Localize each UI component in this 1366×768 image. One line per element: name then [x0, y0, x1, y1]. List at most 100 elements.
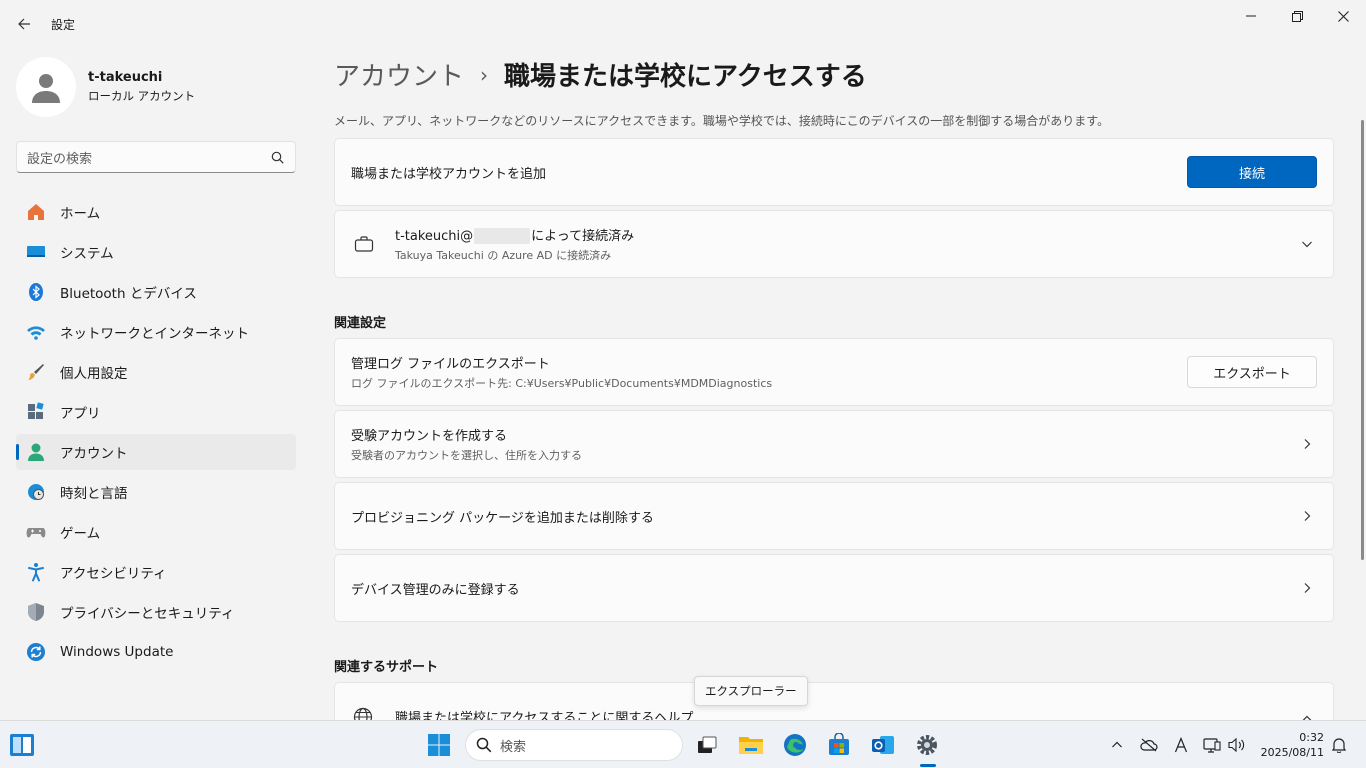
sidebar-item-label: ネットワークとインターネット	[60, 326, 249, 342]
edge-button[interactable]	[779, 729, 811, 761]
sidebar-item-system[interactable]: システム	[16, 234, 296, 270]
home-icon	[26, 202, 46, 222]
sidebar-item-personalization[interactable]: 個人用設定	[16, 354, 296, 390]
connect-button[interactable]: 接続	[1187, 156, 1317, 188]
update-icon	[26, 642, 46, 662]
connected-account-status: によって接続済み	[531, 228, 635, 244]
sidebar-item-label: アクセシビリティ	[60, 566, 167, 582]
minimize-button[interactable]	[1228, 0, 1274, 32]
back-button[interactable]	[10, 10, 38, 38]
account-icon	[26, 442, 46, 462]
taskbar-clock[interactable]: 0:32 2025/08/11	[1258, 730, 1324, 760]
system-icon	[26, 242, 46, 262]
sidebar-item-label: Windows Update	[60, 644, 174, 660]
scrollbar[interactable]	[1361, 120, 1364, 560]
breadcrumb: アカウント › 職場または学校にアクセスする	[334, 56, 867, 93]
onedrive-tray-button[interactable]	[1139, 735, 1159, 755]
taskbar-search-placeholder: 検索	[500, 739, 527, 755]
close-button[interactable]	[1320, 0, 1366, 32]
shield-icon	[26, 602, 46, 622]
exam-account-subtitle: 受験者のアカウントを選択し、住所を入力する	[351, 449, 582, 462]
provisioning-title: プロビジョニング パッケージを追加または削除する	[351, 510, 654, 526]
show-hidden-icons-button[interactable]	[1107, 735, 1127, 755]
network-icon	[1203, 738, 1221, 753]
sidebar-item-home[interactable]: ホーム	[16, 194, 296, 230]
page-title: 職場または学校にアクセスする	[504, 62, 867, 92]
brush-icon	[26, 362, 46, 382]
chevron-right-icon	[1297, 578, 1317, 598]
page-description: メール、アプリ、ネットワークなどのリソースにアクセスできます。職場や学校では、接…	[334, 114, 1110, 128]
sidebar-item-accessibility[interactable]: アクセシビリティ	[16, 554, 296, 590]
user-profile[interactable]: t-takeuchi ローカル アカウント	[16, 57, 195, 117]
exam-account-card[interactable]: 受験アカウントを作成する 受験者のアカウントを選択し、住所を入力する	[334, 410, 1334, 478]
store-icon	[829, 733, 849, 755]
sidebar-item-network[interactable]: ネットワークとインターネット	[16, 314, 296, 350]
taskbar-tooltip: エクスプローラー	[694, 676, 808, 706]
sidebar-item-label: Bluetooth とデバイス	[60, 286, 197, 302]
app-title: 設定	[51, 18, 76, 32]
search-icon	[476, 737, 492, 753]
redacted-domain	[474, 228, 531, 245]
chevron-up-icon[interactable]	[1297, 709, 1317, 720]
provisioning-package-card[interactable]: プロビジョニング パッケージを追加または削除する	[334, 482, 1334, 550]
outlook-button[interactable]	[867, 729, 899, 761]
ime-button[interactable]	[1171, 735, 1191, 755]
sidebar-item-time-language[interactable]: 時刻と言語	[16, 474, 296, 510]
apps-icon	[26, 402, 46, 422]
search-placeholder: 設定の検索	[27, 151, 93, 167]
restore-icon	[1291, 10, 1303, 22]
windows-logo-icon	[428, 734, 450, 756]
cloud-off-icon	[1140, 738, 1158, 752]
sidebar-item-privacy[interactable]: プライバシーとセキュリティ	[16, 594, 296, 630]
title-bar: 設定	[0, 0, 1366, 46]
maximize-button[interactable]	[1274, 0, 1320, 32]
sidebar-item-apps[interactable]: アプリ	[16, 394, 296, 430]
notifications-button[interactable]	[1329, 735, 1349, 755]
export-log-subtitle: ログ ファイルのエクスポート先: C:¥Users¥Public¥Documen…	[351, 377, 773, 390]
volume-tray-button[interactable]	[1227, 735, 1247, 755]
chevron-right-icon	[1297, 434, 1317, 454]
accessibility-icon	[26, 562, 46, 582]
settings-taskbar-button[interactable]	[911, 729, 943, 761]
sidebar-item-accounts[interactable]: アカウント	[16, 434, 296, 470]
sidebar-item-windows-update[interactable]: Windows Update	[16, 634, 296, 670]
add-work-school-account-card: 職場または学校アカウントを追加 接続	[334, 138, 1334, 206]
wifi-icon	[26, 322, 46, 342]
store-button[interactable]	[823, 729, 855, 761]
globe-icon	[353, 707, 375, 720]
chevron-down-icon[interactable]	[1297, 234, 1317, 254]
task-view-button[interactable]	[691, 729, 723, 761]
sidebar-item-label: 時刻と言語	[60, 486, 128, 502]
sidebar-item-label: アカウント	[60, 446, 128, 462]
taskbar-search-input[interactable]: 検索	[465, 729, 683, 761]
network-tray-button[interactable]	[1202, 735, 1222, 755]
search-icon	[269, 149, 285, 165]
support-help-card[interactable]: 職場または学校にアクセスすることに関するヘルプ	[334, 682, 1334, 720]
connected-account-card[interactable]: t-takeuchi@ によって接続済み Takuya Takeuchi の Az…	[334, 210, 1334, 278]
enroll-device-management-card[interactable]: デバイス管理のみに登録する	[334, 554, 1334, 622]
volume-icon	[1228, 737, 1245, 753]
sidebar-item-label: プライバシーとセキュリティ	[60, 606, 235, 622]
start-button[interactable]	[423, 729, 455, 761]
close-icon	[1337, 10, 1349, 22]
connected-account-user: t-takeuchi@	[395, 228, 474, 244]
settings-search-input[interactable]: 設定の検索	[16, 141, 296, 173]
bluetooth-icon	[26, 282, 46, 302]
sidebar-item-bluetooth[interactable]: Bluetooth とデバイス	[16, 274, 296, 310]
related-settings-heading: 関連設定	[334, 316, 387, 331]
sidebar-nav: ホーム システム Bluetooth とデバイス ネットワークとインターネット …	[16, 194, 296, 674]
export-button[interactable]: エクスポート	[1187, 356, 1317, 388]
sidebar-item-label: アプリ	[60, 406, 101, 422]
profile-account-type: ローカル アカウント	[88, 89, 196, 103]
clock-time: 0:32	[1299, 731, 1324, 744]
minimize-icon	[1246, 15, 1256, 17]
file-explorer-button[interactable]	[735, 729, 767, 761]
gamepad-icon	[26, 522, 46, 542]
back-arrow-icon	[18, 18, 30, 30]
breadcrumb-parent[interactable]: アカウント	[334, 56, 464, 93]
related-support-heading: 関連するサポート	[334, 660, 439, 675]
sidebar-item-gaming[interactable]: ゲーム	[16, 514, 296, 550]
widgets-button[interactable]	[6, 729, 38, 761]
export-log-title: 管理ログ ファイルのエクスポート	[351, 357, 550, 372]
widgets-icon	[10, 734, 34, 756]
